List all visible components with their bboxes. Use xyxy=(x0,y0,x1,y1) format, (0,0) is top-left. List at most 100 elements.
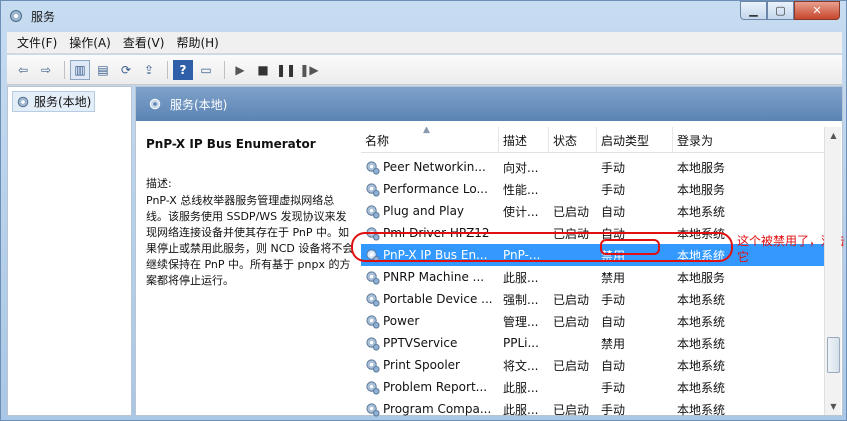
service-desc: PPLi... xyxy=(503,336,539,350)
service-name: Peer Networkin... xyxy=(383,160,486,174)
service-gear-icon xyxy=(366,402,380,417)
service-status-cell: 已启动 xyxy=(549,313,597,330)
service-logon-as-cell: 本地系统 xyxy=(673,203,763,220)
service-logon-as: 本地服务 xyxy=(677,160,726,175)
service-startup-type-cell: 手动 xyxy=(597,159,673,176)
service-desc-cell: 强制... xyxy=(499,291,549,308)
service-logon-as-cell: 本地系统 xyxy=(673,379,763,396)
service-desc: 此服... xyxy=(503,402,539,417)
column-logon-label: 登录为 xyxy=(677,133,714,148)
service-startup-type-cell: 手动 xyxy=(597,401,673,418)
services-window: 服务 ▁ ▢ ✕ 文件(F) 操作(A) 查看(V) 帮助(H) ⇦ ⇨ ▥ ▤… xyxy=(0,0,847,421)
service-startup-type-cell: 自动 xyxy=(597,203,673,220)
close-icon: ✕ xyxy=(812,4,822,17)
vertical-scrollbar[interactable]: ▲ ▼ xyxy=(824,127,841,415)
close-button[interactable]: ✕ xyxy=(794,1,840,20)
service-description: PnP-X IP Bus Enumerator 描述: PnP-X 总线枚举器服… xyxy=(146,137,356,289)
service-startup-type: 手动 xyxy=(601,292,626,307)
service-gear-icon xyxy=(366,380,380,395)
services-gear-icon xyxy=(17,96,29,107)
column-header-logon-as[interactable]: 登录为 xyxy=(673,127,763,153)
scrollbar-thumb[interactable] xyxy=(827,337,840,373)
description-text: PnP-X 总线枚举器服务管理虚拟网络总线。该服务使用 SSDP/WS 发现协议… xyxy=(146,194,354,287)
service-name: Print Spooler xyxy=(383,358,460,372)
back-arrow-icon[interactable]: ⇦ xyxy=(13,60,33,80)
service-logon-as-cell: 本地系统 xyxy=(673,291,763,308)
table-row[interactable]: Performance Lo... 性能... 手动 本地服务 xyxy=(361,178,826,200)
service-name-cell: Portable Device ... xyxy=(361,292,499,307)
toolbar: ⇦ ⇨ ▥ ▤ ⟳ ⇪ ? ▭ ▶ ■ ❚❚ ❚▶ xyxy=(7,55,842,85)
console-icon[interactable]: ▭ xyxy=(196,60,216,80)
services-gear-icon xyxy=(10,10,22,22)
service-name-cell: Performance Lo... xyxy=(361,182,499,197)
service-desc: 管理... xyxy=(503,314,539,329)
table-row[interactable]: Print Spooler 将文... 已启动 自动 本地系统 xyxy=(361,354,826,376)
table-row[interactable]: Peer Networkin... 向对... 手动 本地服务 xyxy=(361,156,826,178)
column-header-name[interactable]: 名称 ▲ xyxy=(361,127,499,153)
help-icon[interactable]: ? xyxy=(173,59,193,80)
service-logon-as: 本地系统 xyxy=(677,402,726,417)
service-startup-type: 自动 xyxy=(601,314,626,329)
refresh-icon[interactable]: ⟳ xyxy=(116,60,136,80)
properties-icon[interactable]: ▤ xyxy=(93,60,113,80)
column-header-description[interactable]: 描述 xyxy=(499,127,549,153)
service-status-cell: 已启动 xyxy=(549,291,597,308)
service-rows: Peer Networkin... 向对... 手动 本地服务 Performance … xyxy=(361,156,826,420)
service-name-cell: Problem Report... xyxy=(361,380,499,395)
service-logon-as-cell: 本地系统 xyxy=(673,401,763,418)
play-icon[interactable]: ▶ xyxy=(230,60,250,80)
maximize-button[interactable]: ▢ xyxy=(767,1,794,20)
menu-help[interactable]: 帮助(H) xyxy=(176,34,218,51)
service-startup-type: 手动 xyxy=(601,182,626,197)
minimize-button[interactable]: ▁ xyxy=(740,1,767,20)
service-title: PnP-X IP Bus Enumerator xyxy=(146,137,316,151)
tree-item-services-local[interactable]: 服务(本地) xyxy=(12,91,96,112)
title-bar[interactable]: 服务 ▁ ▢ ✕ xyxy=(1,1,846,31)
service-logon-as: 本地系统 xyxy=(677,204,726,219)
scroll-down-icon[interactable]: ▼ xyxy=(825,398,842,415)
service-name: Plug and Play xyxy=(383,204,465,218)
forward-arrow-icon[interactable]: ⇨ xyxy=(36,60,56,80)
pause-icon[interactable]: ❚❚ xyxy=(276,60,296,80)
highlight-startup-type xyxy=(600,239,660,255)
list-header: 名称 ▲ 描述 状态 启动类型 登录为 xyxy=(361,127,826,153)
menu-bar: 文件(F) 操作(A) 查看(V) 帮助(H) xyxy=(7,32,842,54)
service-startup-type-cell: 禁用 xyxy=(597,269,673,286)
export-icon[interactable]: ⇪ xyxy=(139,60,159,80)
service-gear-icon xyxy=(366,182,380,197)
service-startup-type-cell: 自动 xyxy=(597,357,673,374)
table-row[interactable]: Program Compa... 此服... 已启动 手动 本地系统 xyxy=(361,398,826,420)
service-name-cell: Program Compa... xyxy=(361,402,499,417)
scroll-up-icon[interactable]: ▲ xyxy=(825,127,842,144)
menu-view[interactable]: 查看(V) xyxy=(123,34,165,51)
service-logon-as-cell: 本地服务 xyxy=(673,181,763,198)
service-status: 已启动 xyxy=(553,292,590,307)
service-name: Power xyxy=(383,314,420,328)
stop-icon[interactable]: ■ xyxy=(253,60,273,80)
details-pane: 服务(本地) PnP-X IP Bus Enumerator 描述: PnP-X… xyxy=(135,86,845,417)
service-logon-as: 本地系统 xyxy=(677,358,726,373)
table-row[interactable]: Power 管理... 已启动 自动 本地系统 xyxy=(361,310,826,332)
pane-header-title: 服务(本地) xyxy=(170,97,228,112)
menu-action[interactable]: 操作(A) xyxy=(69,34,111,51)
service-logon-as-cell: 本地服务 xyxy=(673,269,763,286)
show-tree-icon[interactable]: ▥ xyxy=(70,59,90,80)
service-name: Performance Lo... xyxy=(383,182,488,196)
table-row[interactable]: PNRP Machine ... 此服... 禁用 本地服务 xyxy=(361,266,826,288)
service-name: PNRP Machine ... xyxy=(383,270,485,284)
service-status: 已启动 xyxy=(553,204,590,219)
service-name: PPTVService xyxy=(383,336,458,350)
table-row[interactable]: Portable Device ... 强制... 已启动 手动 本地系统 xyxy=(361,288,826,310)
column-header-status[interactable]: 状态 xyxy=(549,127,597,153)
column-header-startup-type[interactable]: 启动类型 xyxy=(597,127,673,153)
service-logon-as: 本地服务 xyxy=(677,182,726,197)
restart-icon[interactable]: ❚▶ xyxy=(299,60,319,80)
table-row[interactable]: PPTVService PPLi... 禁用 本地系统 xyxy=(361,332,826,354)
service-desc-cell: 向对... xyxy=(499,159,549,176)
menu-file[interactable]: 文件(F) xyxy=(17,34,57,51)
toolbar-separator xyxy=(224,60,225,79)
service-startup-type-cell: 禁用 xyxy=(597,335,673,352)
pane-header: 服务(本地) xyxy=(136,87,842,121)
table-row[interactable]: Plug and Play 使计... 已启动 自动 本地系统 xyxy=(361,200,826,222)
table-row[interactable]: Problem Report... 此服... 手动 本地系统 xyxy=(361,376,826,398)
